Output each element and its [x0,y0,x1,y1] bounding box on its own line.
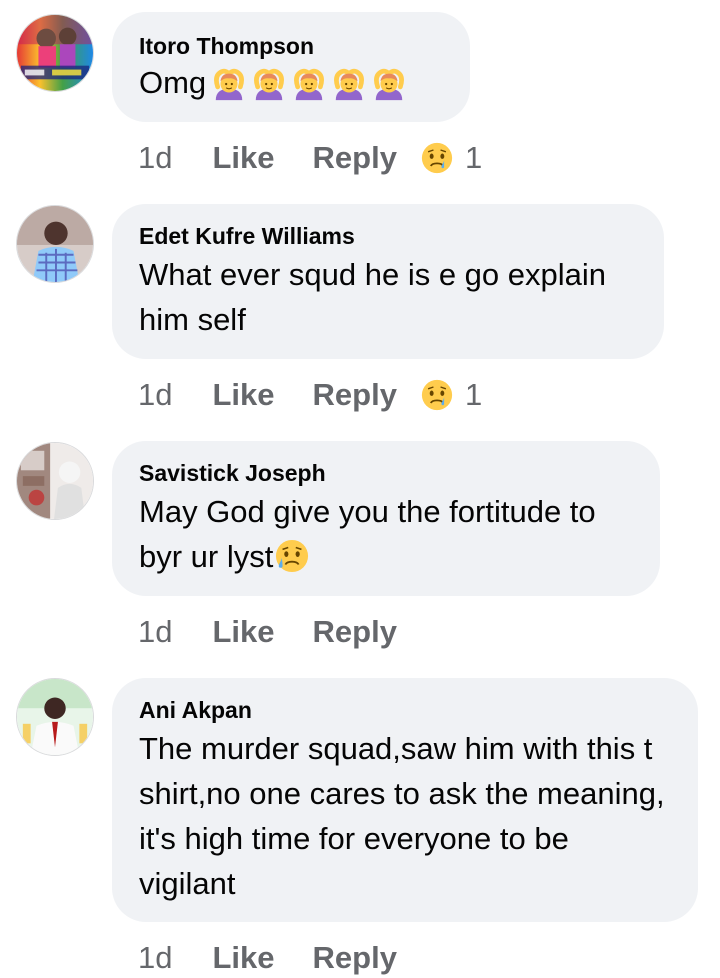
comment-time[interactable]: 1d [138,140,172,176]
reaction-summary[interactable]: 1 [421,140,482,176]
avatar-image [17,443,93,519]
woman-gesturing-ok-icon [372,68,406,102]
comment-bubble: Savistick Joseph May God give you the fo… [112,441,660,596]
comment-author[interactable]: Savistick Joseph [139,459,632,487]
like-button[interactable]: Like [212,140,274,176]
comment-actions: 1d Like Reply 1 [138,138,482,178]
comment-time[interactable]: 1d [138,614,172,650]
reaction-summary[interactable]: 1 [421,377,482,413]
reaction-count: 1 [464,140,483,175]
comment-actions: 1d Like Reply 1 [138,375,482,415]
comment-time[interactable]: 1d [138,940,172,976]
comment-actions: 1d Like Reply [138,612,435,652]
reply-button[interactable]: Reply [313,940,397,976]
avatar[interactable] [16,205,94,283]
avatar[interactable] [16,14,94,92]
reply-button[interactable]: Reply [313,377,397,413]
avatar-image [17,679,93,755]
comment-text-content: May God give you the fortitude to byr ur… [139,494,596,574]
sad-face-icon [421,142,453,174]
sad-face-icon [421,379,453,411]
avatar[interactable] [16,442,94,520]
reply-button[interactable]: Reply [313,614,397,650]
comment-bubble: Ani Akpan The murder squad,saw him with … [112,678,698,922]
like-button[interactable]: Like [212,377,274,413]
like-button[interactable]: Like [212,614,274,650]
comment-time[interactable]: 1d [138,377,172,413]
comment-bubble: Itoro Thompson Omg [112,12,470,122]
avatar-image [17,206,93,282]
comment-author[interactable]: Itoro Thompson [139,32,442,60]
woman-gesturing-ok-icon [252,68,286,102]
reply-button[interactable]: Reply [313,140,397,176]
woman-gesturing-ok-icon [292,68,326,102]
reaction-count: 1 [464,377,483,412]
comment-bubble: Edet Kufre Williams What ever squd he is… [112,204,664,359]
woman-gesturing-ok-icon [332,68,366,102]
emoji-row [212,68,406,102]
comment-text: What ever squd he is e go explain him se… [139,257,606,337]
comment-author[interactable]: Ani Akpan [139,696,670,724]
avatar-image [17,15,93,91]
avatar[interactable] [16,678,94,756]
comment-author[interactable]: Edet Kufre Williams [139,222,636,250]
comment-text-content: Omg [139,65,207,100]
sad-but-relieved-face-icon [275,539,309,573]
woman-gesturing-ok-icon [212,68,246,102]
comment-text: May God give you the fortitude to byr ur… [139,489,632,579]
comment-text: Omg [139,60,442,105]
like-button[interactable]: Like [212,940,274,976]
comment-text: The murder squad,saw him with this t shi… [139,731,665,901]
comment-actions: 1d Like Reply [138,938,435,978]
